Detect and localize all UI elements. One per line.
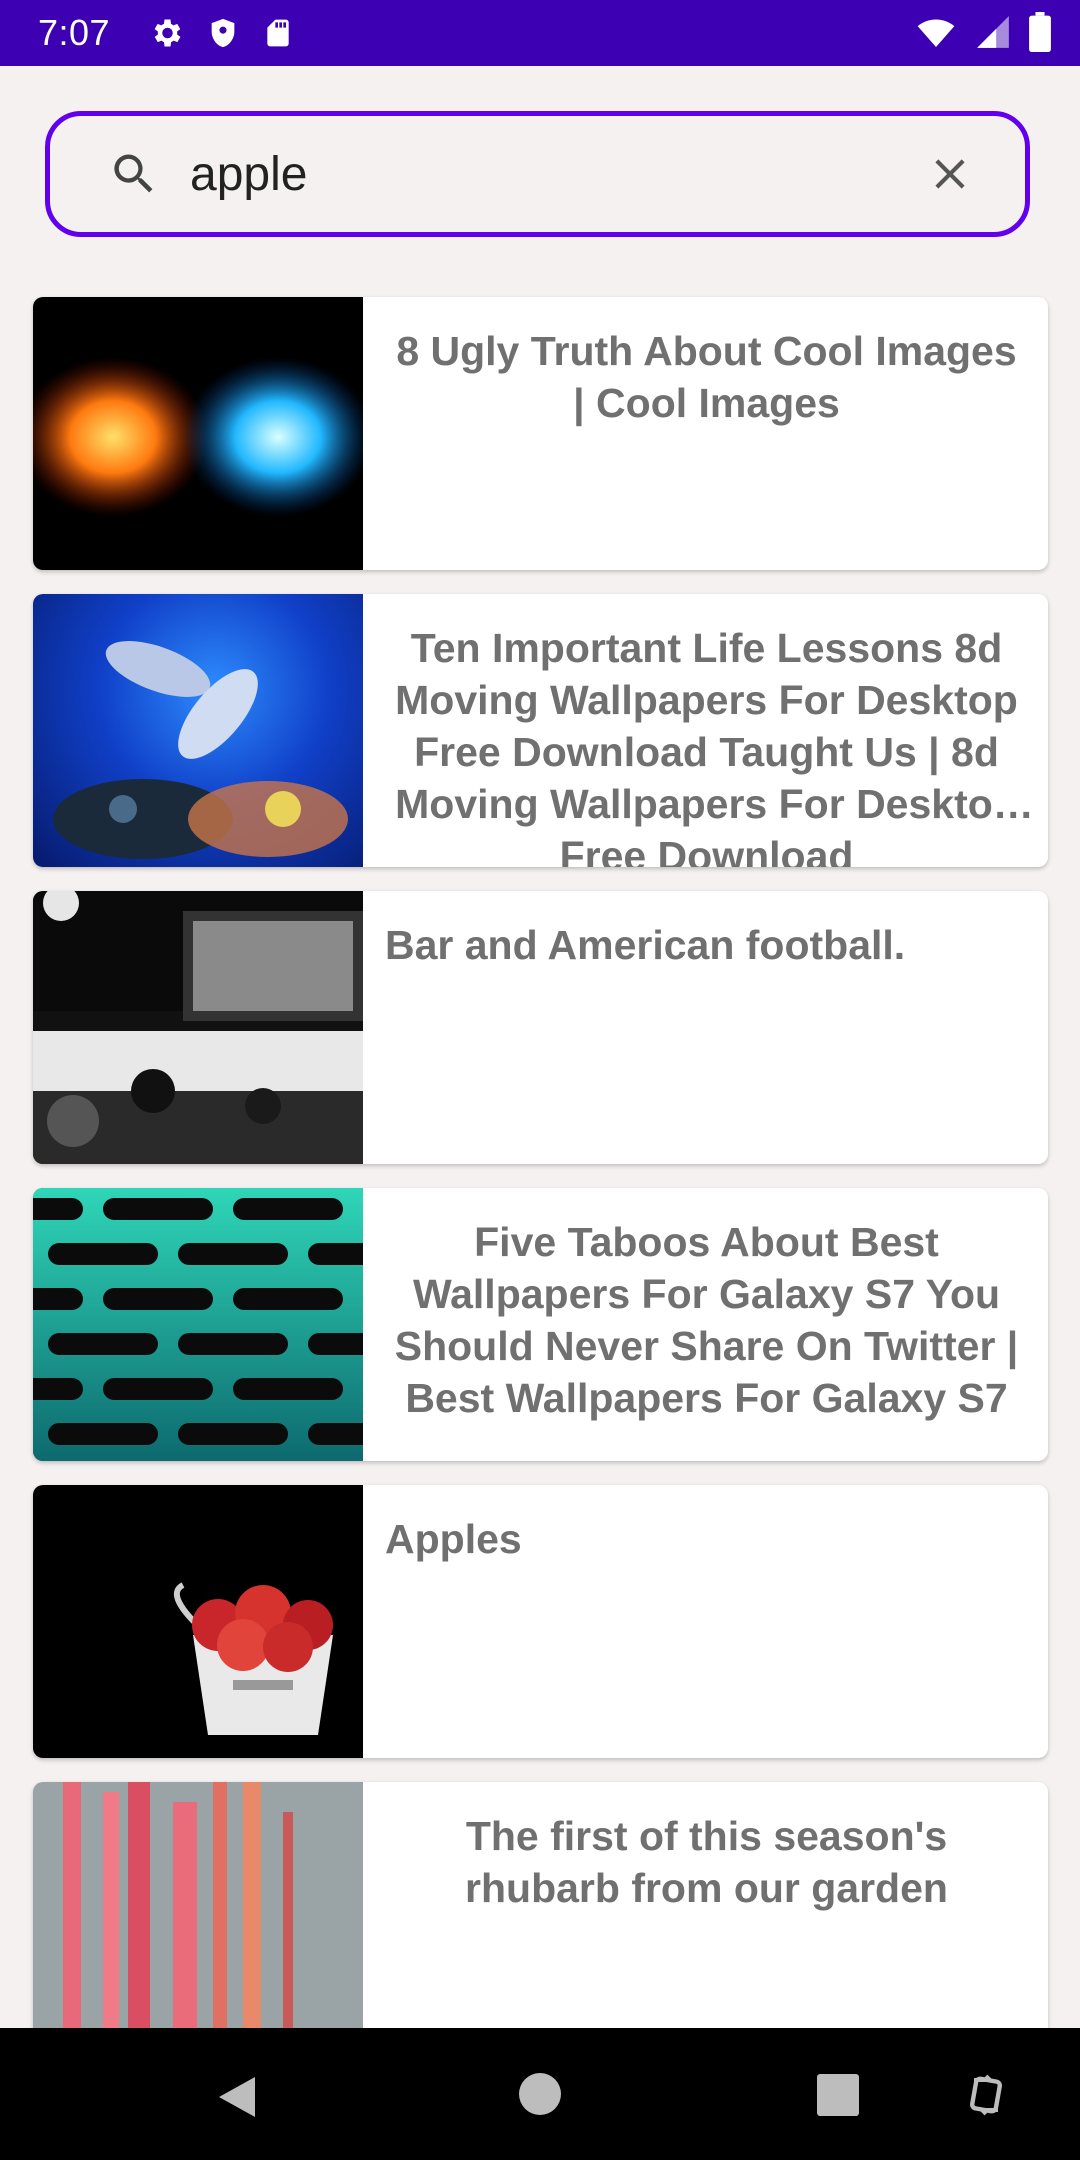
result-thumbnail <box>33 297 363 570</box>
settings-icon <box>148 15 184 51</box>
result-title: Apples <box>385 1516 522 1562</box>
result-title: Five Taboos About Best Wallpapers For Ga… <box>394 1219 1019 1421</box>
battery-icon <box>1028 12 1052 52</box>
result-title: 8 Ugly Truth About Cool Images | Cool Im… <box>396 328 1017 426</box>
result-title: The first of this season's rhubarb from … <box>465 1813 948 1911</box>
result-thumbnail <box>33 1188 363 1461</box>
result-title: Bar and American football. <box>385 922 906 968</box>
search-bar[interactable] <box>45 111 1030 237</box>
result-thumbnail <box>33 1782 363 2055</box>
status-bar: 7:07 <box>0 0 1080 66</box>
search-icon <box>108 148 160 200</box>
navigation-bar <box>0 2028 1080 2160</box>
recents-icon[interactable] <box>817 2074 859 2121</box>
list-item[interactable]: 8 Ugly Truth About Cool Images | Cool Im… <box>33 297 1048 570</box>
back-icon[interactable] <box>215 2073 259 2126</box>
shield-icon <box>206 15 240 51</box>
rotate-icon[interactable] <box>966 2068 1006 2127</box>
cell-signal-icon <box>974 12 1012 52</box>
clear-search-icon[interactable] <box>925 149 975 199</box>
home-icon[interactable] <box>519 2073 561 2120</box>
result-thumbnail <box>33 891 363 1164</box>
result-thumbnail <box>33 1485 363 1758</box>
wifi-icon <box>914 12 958 52</box>
status-time: 7:07 <box>38 12 111 53</box>
sd-card-icon <box>262 15 294 51</box>
result-title: Ten Important Life Lessons 8d Moving Wal… <box>395 625 1018 867</box>
list-item[interactable]: Bar and American football. <box>33 891 1048 1164</box>
result-thumbnail <box>33 594 363 867</box>
search-input[interactable] <box>190 134 890 214</box>
list-item[interactable]: Five Taboos About Best Wallpapers For Ga… <box>33 1188 1048 1461</box>
results-list: 8 Ugly Truth About Cool Images | Cool Im… <box>33 297 1048 2079</box>
list-item[interactable]: The first of this season's rhubarb from … <box>33 1782 1048 2055</box>
list-item[interactable]: Apples <box>33 1485 1048 1758</box>
list-item[interactable]: Ten Important Life Lessons 8d Moving Wal… <box>33 594 1048 867</box>
